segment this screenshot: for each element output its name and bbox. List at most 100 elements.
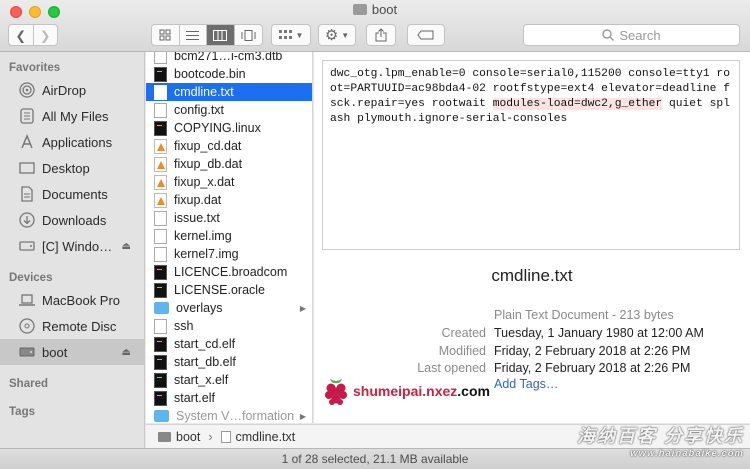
airdrop-icon — [18, 81, 36, 99]
file-row[interactable]: start.elf — [146, 389, 312, 407]
file-kind: Plain Text Document - 213 bytes — [494, 308, 674, 322]
file-row[interactable]: kernel7.img — [146, 245, 312, 263]
add-tags-link[interactable]: Add Tags… — [494, 377, 558, 391]
executable-icon — [154, 390, 167, 406]
file-row[interactable]: config.txt — [146, 101, 312, 119]
file-name: ssh — [174, 319, 194, 333]
file-row[interactable]: fixup_cd.dat — [146, 137, 312, 155]
file-name: issue.txt — [174, 211, 220, 225]
file-name: fixup_db.dat — [174, 157, 243, 171]
disc-icon — [18, 317, 36, 335]
path-item-boot[interactable]: boot — [176, 430, 200, 444]
drive-icon — [18, 343, 36, 361]
icon-view-button[interactable] — [152, 25, 180, 45]
sidebar-item-downloads[interactable]: Downloads — [0, 207, 145, 233]
file-name: LICENCE.broadcom — [174, 265, 288, 279]
sidebar-header-favorites: Favorites — [9, 62, 61, 74]
downloads-icon — [18, 211, 36, 229]
path-item-file[interactable]: cmdline.txt — [236, 430, 296, 444]
tags-button[interactable] — [407, 24, 445, 46]
sidebar-header-tags: Tags — [9, 406, 35, 418]
sidebar-item-all-my-files[interactable]: All My Files — [0, 103, 145, 129]
executable-icon — [154, 120, 167, 136]
file-row[interactable]: LICENSE.oracle — [146, 281, 312, 299]
sidebar-item-windows-share[interactable]: [C] Windo… ⏏ — [0, 233, 145, 259]
arrange-button[interactable]: ▼ — [271, 24, 311, 46]
file-row[interactable]: bootcode.bin — [146, 65, 312, 83]
search-field[interactable]: Search — [523, 24, 740, 46]
folder-icon — [352, 4, 367, 15]
desktop-icon — [18, 159, 36, 177]
preview-pane: dwc_otg.lpm_enable=0 console=serial0,115… — [314, 52, 750, 423]
text-preview[interactable]: dwc_otg.lpm_enable=0 console=serial0,115… — [322, 60, 740, 250]
file-row[interactable]: ssh — [146, 317, 312, 335]
gear-icon: ⚙ — [324, 27, 339, 44]
file-row[interactable]: start_db.elf — [146, 353, 312, 371]
sidebar-item-desktop[interactable]: Desktop — [0, 155, 145, 181]
document-icon — [154, 228, 167, 244]
executable-icon — [154, 66, 167, 82]
laptop-icon — [18, 291, 36, 309]
eject-icon[interactable]: ⏏ — [122, 241, 131, 252]
file-row[interactable]: overlays ▶ — [146, 299, 312, 317]
view-mode-control — [151, 24, 263, 46]
eject-icon[interactable]: ⏏ — [122, 347, 131, 358]
sidebar-item-documents[interactable]: Documents — [0, 181, 145, 207]
disclosure-arrow-icon: ▶ — [299, 303, 306, 313]
action-button[interactable]: ⚙ ▼ — [318, 24, 356, 46]
file-name: bootcode.bin — [174, 67, 246, 81]
document-icon — [220, 430, 231, 443]
document-icon — [154, 52, 167, 64]
sidebar-item-remote-disc[interactable]: Remote Disc — [0, 313, 145, 339]
file-row[interactable]: bcm271…i-cm3.dtb — [146, 52, 312, 65]
file-row[interactable]: kernel.img — [146, 227, 312, 245]
folder-icon — [154, 302, 169, 314]
file-row[interactable]: fixup.dat — [146, 191, 312, 209]
file-row[interactable]: start_cd.elf — [146, 335, 312, 353]
arrange-grid-icon — [278, 30, 292, 39]
column-view-button[interactable] — [207, 25, 235, 45]
window-toolbar: boot ❮ ❯ ▼ ⚙ ▼ Search — [0, 0, 750, 52]
sidebar-item-applications[interactable]: Applications — [0, 129, 145, 155]
back-button[interactable]: ❮ — [9, 25, 34, 45]
file-row[interactable]: LICENCE.broadcom — [146, 263, 312, 281]
file-name: kernel7.img — [174, 247, 239, 261]
document-icon — [154, 210, 167, 226]
executable-icon — [154, 264, 167, 280]
all-files-icon — [18, 107, 36, 125]
sidebar-item-airdrop[interactable]: AirDrop — [0, 77, 145, 103]
sidebar-header-shared: Shared — [9, 378, 48, 390]
path-separator: › — [208, 429, 213, 444]
file-row[interactable]: fixup_x.dat — [146, 173, 312, 191]
file-name: fixup_cd.dat — [174, 139, 242, 153]
file-name: bcm271…i-cm3.dtb — [174, 52, 283, 63]
site-watermark: 海纳百客 分享快乐 www.hainabaike.com — [576, 426, 744, 459]
chevron-down-icon: ▼ — [295, 30, 304, 40]
file-name: overlays — [176, 301, 223, 315]
list-view-button[interactable] — [180, 25, 207, 45]
file-row[interactable]: cmdline.txt — [146, 83, 312, 101]
file-name: fixup_x.dat — [174, 175, 235, 189]
executable-icon — [154, 336, 167, 352]
cover-flow-button[interactable] — [235, 25, 262, 45]
drive-icon — [158, 431, 171, 442]
sidebar-item-macbook-pro[interactable]: MacBook Pro — [0, 287, 145, 313]
file-row[interactable]: fixup_db.dat — [146, 155, 312, 173]
file-row[interactable]: COPYING.linux — [146, 119, 312, 137]
file-name: LICENSE.oracle — [174, 283, 266, 297]
document-icon — [154, 102, 167, 118]
share-button[interactable] — [366, 24, 396, 46]
file-name: start_x.elf — [174, 373, 229, 387]
file-row[interactable]: start_x.elf — [146, 371, 312, 389]
forward-button[interactable]: ❯ — [34, 25, 58, 45]
vlc-file-icon — [154, 156, 167, 172]
last-opened-value: Friday, 2 February 2018 at 2:26 PM — [494, 361, 691, 375]
cover-flow-icon — [241, 29, 256, 41]
network-drive-icon — [18, 237, 36, 255]
file-column: bcm271…i-cm3.dtb bootcode.bin cmdline.txt c… — [146, 52, 313, 423]
raspberry-icon — [325, 379, 347, 405]
file-row[interactable]: issue.txt — [146, 209, 312, 227]
file-row[interactable]: System V…formation ▶ — [146, 407, 312, 423]
sidebar-item-boot[interactable]: boot ⏏ — [0, 339, 145, 365]
share-icon — [375, 28, 387, 42]
